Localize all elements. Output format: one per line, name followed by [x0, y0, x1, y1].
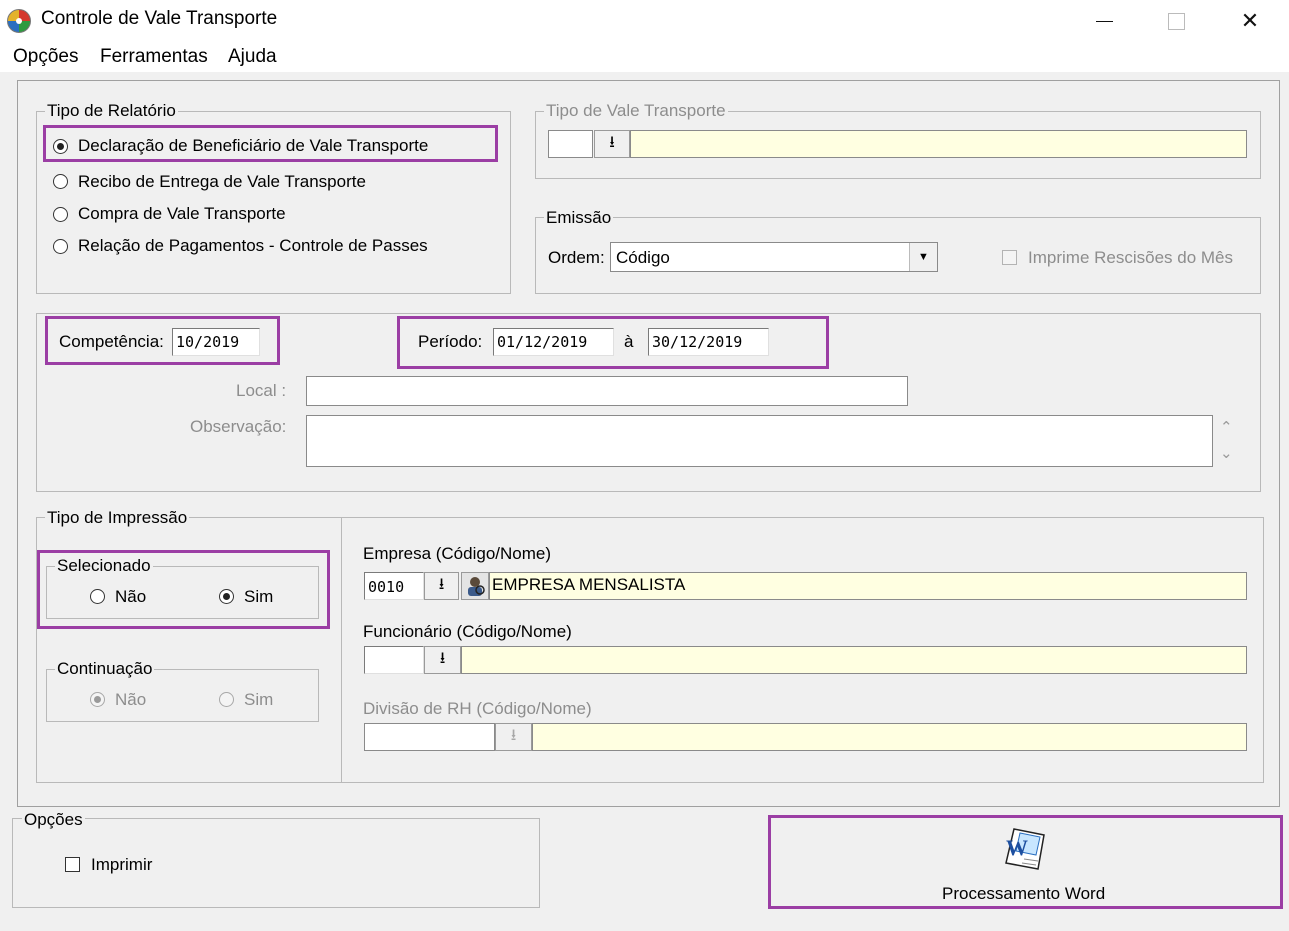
maximize-button[interactable] — [1140, 0, 1212, 42]
tipo-vale-title: Tipo de Vale Transporte — [544, 101, 728, 121]
divider — [341, 518, 342, 782]
radio-compra-label: Compra de Vale Transporte — [78, 204, 286, 223]
funcionario-label: Funcionário (Código/Nome) — [363, 622, 572, 641]
app-logo-icon — [7, 9, 31, 33]
minimize-icon — [1095, 20, 1113, 22]
tipo-vale-name-field — [630, 130, 1247, 158]
continuacao-sim-label: Sim — [244, 690, 274, 709]
opcoes-title: Opções — [22, 810, 85, 830]
emissao-title: Emissão — [544, 208, 614, 228]
radio-recibo[interactable] — [53, 174, 68, 189]
imprimir-checkbox[interactable] — [65, 857, 80, 872]
lookup-arrow-icon: ⭳ — [438, 575, 445, 593]
svg-text:W: W — [1006, 835, 1028, 860]
close-button[interactable]: ✕ — [1214, 0, 1286, 42]
funcionario-code-input[interactable] — [364, 646, 424, 674]
selecionado-nao-label: Não — [115, 587, 147, 606]
local-input[interactable] — [306, 376, 908, 406]
tipo-impressao-title: Tipo de Impressão — [45, 508, 190, 528]
ordem-dropdown-button[interactable]: ▼ — [909, 243, 937, 271]
imprimir-label: Imprimir — [91, 855, 153, 874]
processamento-word-label: Processamento Word — [942, 884, 1106, 903]
divisao-name-field — [532, 723, 1247, 751]
tipo-vale-code-input[interactable] — [548, 130, 593, 158]
periodo-separator: à — [624, 332, 634, 351]
local-label: Local : — [236, 381, 287, 400]
divisao-code-input[interactable] — [364, 723, 495, 751]
radio-recibo-label: Recibo de Entrega de Vale Transporte — [78, 172, 366, 191]
radio-compra[interactable] — [53, 207, 68, 222]
funcionario-name-field — [461, 646, 1247, 674]
selecionado-sim-label: Sim — [244, 587, 274, 606]
competencia-input[interactable]: 10/2019 — [172, 328, 260, 356]
radio-relacao-label: Relação de Pagamentos - Controle de Pass… — [78, 236, 428, 255]
menu-opcoes[interactable]: Opções — [13, 46, 78, 68]
empresa-name-field: EMPRESA MENSALISTA — [489, 572, 1247, 600]
selecionado-title: Selecionado — [55, 556, 153, 576]
divisao-lookup-button[interactable]: ⭳ — [495, 723, 532, 751]
rescisoes-checkbox[interactable] — [1002, 250, 1017, 265]
ordem-select[interactable]: Código ▼ — [610, 242, 938, 272]
maximize-icon — [1167, 12, 1185, 30]
radio-relacao[interactable] — [53, 239, 68, 254]
lookup-arrow-icon: ⭳ — [439, 649, 446, 667]
scroll-up-icon[interactable]: ⌃ — [1220, 418, 1233, 436]
scroll-down-icon[interactable]: ⌄ — [1220, 444, 1233, 462]
rescisoes-label: Imprime Rescisões do Mês — [1028, 248, 1234, 267]
continuacao-title: Continuação — [55, 659, 155, 679]
close-icon: ✕ — [1240, 8, 1260, 33]
tipo-relatorio-title: Tipo de Relatório — [45, 101, 178, 121]
selecionado-nao-radio[interactable] — [90, 589, 105, 604]
empresa-lookup-button[interactable]: ⭳ — [424, 572, 459, 600]
minimize-button[interactable] — [1068, 0, 1140, 42]
word-document-icon: W — [1000, 825, 1050, 873]
window-title: Controle de Vale Transporte — [41, 8, 278, 29]
divisao-label: Divisão de RH (Código/Nome) — [363, 699, 592, 718]
tipo-vale-lookup-button[interactable]: ⭳ — [594, 130, 630, 158]
person-search-icon[interactable] — [461, 572, 489, 600]
periodo-label: Período: — [418, 332, 483, 351]
ordem-label: Ordem: — [548, 248, 605, 267]
observacao-textarea[interactable] — [306, 415, 1213, 467]
radio-declaracao-label: Declaração de Beneficiário de Vale Trans… — [78, 136, 429, 155]
empresa-code-input[interactable]: 0010 — [364, 572, 424, 600]
periodo-end-input[interactable]: 30/12/2019 — [648, 328, 769, 356]
menu-ajuda[interactable]: Ajuda — [228, 46, 277, 68]
periodo-start-input[interactable]: 01/12/2019 — [493, 328, 614, 356]
dropdown-arrow-icon: ▼ — [918, 251, 929, 263]
competencia-label: Competência: — [59, 332, 164, 351]
menu-ferramentas[interactable]: Ferramentas — [100, 46, 208, 68]
observacao-label: Observação: — [190, 417, 287, 436]
ordem-value: Código — [616, 248, 670, 267]
empresa-label: Empresa (Código/Nome) — [363, 544, 552, 563]
continuacao-sim-radio[interactable] — [219, 692, 234, 707]
continuacao-nao-label: Não — [115, 690, 147, 709]
funcionario-lookup-button[interactable]: ⭳ — [424, 646, 461, 674]
lookup-arrow-icon: ⭳ — [609, 133, 615, 151]
selecionado-sim-radio[interactable] — [219, 589, 234, 604]
lookup-arrow-icon: ⭳ — [510, 726, 517, 744]
radio-declaracao[interactable] — [53, 139, 68, 154]
continuacao-nao-radio[interactable] — [90, 692, 105, 707]
